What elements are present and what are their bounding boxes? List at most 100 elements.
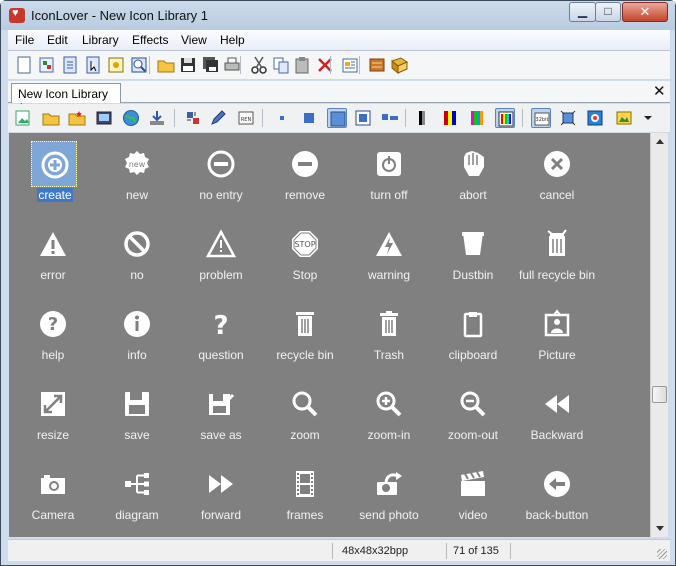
download-icon[interactable] xyxy=(147,108,167,128)
rename-icon[interactable]: REN xyxy=(236,108,256,128)
icon-cell[interactable]: Dustbin xyxy=(431,217,515,297)
icon-label: help xyxy=(41,348,65,362)
vertical-scrollbar[interactable] xyxy=(650,133,668,537)
icon-grid[interactable]: create new new no entry remove turn off abort c… xyxy=(9,133,650,537)
icon-cell[interactable]: warning xyxy=(347,217,431,297)
extract-icon[interactable] xyxy=(367,55,387,75)
icon-cell[interactable]: turn off xyxy=(347,137,431,217)
new-file-icon[interactable] xyxy=(14,55,34,75)
size-frame-icon[interactable] xyxy=(380,108,400,128)
paste-icon[interactable] xyxy=(292,55,312,75)
close-tab-icon[interactable]: ✕ xyxy=(653,82,666,100)
menu-edit[interactable]: Edit xyxy=(47,33,68,47)
library-book-icon[interactable] xyxy=(389,55,409,75)
menu-help[interactable]: Help xyxy=(220,33,245,47)
xp-format-icon[interactable]: 32bit xyxy=(531,108,551,128)
open-image-icon[interactable] xyxy=(106,55,126,75)
open-folder-icon[interactable] xyxy=(156,55,176,75)
crop-icon[interactable] xyxy=(183,108,203,128)
icon-cell[interactable]: clipboard xyxy=(431,297,515,377)
background-icon[interactable] xyxy=(614,108,634,128)
properties-icon[interactable] xyxy=(340,55,360,75)
icon-cell[interactable]: no entry xyxy=(179,137,263,217)
dropdown-icon[interactable] xyxy=(638,108,658,128)
save-icon[interactable] xyxy=(178,55,198,75)
icon-cell[interactable]: error xyxy=(11,217,95,297)
icon-cell[interactable]: no xyxy=(95,217,179,297)
16-color-palette-icon[interactable] xyxy=(440,108,460,128)
export-icon[interactable] xyxy=(94,108,114,128)
size-medium-icon[interactable] xyxy=(299,108,319,128)
icon-cell[interactable]: remove xyxy=(263,137,347,217)
title-bar[interactable]: IconLover - New Icon Library 1 ▁ □ ✕ xyxy=(1,1,675,30)
copy-icon[interactable] xyxy=(271,55,291,75)
icon-cell[interactable]: zoom-out xyxy=(431,377,515,457)
icon-label: turn off xyxy=(370,188,408,202)
icon-cell[interactable]: video xyxy=(431,457,515,537)
open-folder-icon[interactable] xyxy=(41,108,61,128)
resize-tool-icon[interactable] xyxy=(558,108,578,128)
cut-icon[interactable] xyxy=(249,55,269,75)
menu-effects[interactable]: Effects xyxy=(132,33,168,47)
print-icon[interactable] xyxy=(222,55,242,75)
resize-grip-icon[interactable] xyxy=(657,549,667,559)
size-small-icon[interactable] xyxy=(272,108,292,128)
icon-cell[interactable]: ? question xyxy=(179,297,263,377)
icon-cell[interactable]: ? help xyxy=(11,297,95,377)
icon-cell[interactable]: diagram xyxy=(95,457,179,537)
icon-cell[interactable]: Picture xyxy=(515,297,599,377)
menu-file[interactable]: File xyxy=(15,33,34,47)
icon-cell[interactable]: info xyxy=(95,297,179,377)
icon-cell[interactable]: frames xyxy=(263,457,347,537)
truecolor-palette-icon[interactable] xyxy=(495,108,515,128)
scroll-up-icon[interactable] xyxy=(656,139,664,144)
maximize-button[interactable]: □ xyxy=(595,2,621,22)
globe-icon[interactable] xyxy=(121,108,141,128)
icon-label: warning xyxy=(367,268,411,282)
icon-cell[interactable]: forward xyxy=(179,457,263,537)
scroll-down-icon[interactable] xyxy=(656,526,664,531)
icon-cell[interactable]: resize xyxy=(11,377,95,457)
icon-cell[interactable]: create xyxy=(11,137,95,217)
icon-cell[interactable]: abort xyxy=(431,137,515,217)
document-icon[interactable] xyxy=(60,55,80,75)
preview-icon[interactable] xyxy=(585,108,605,128)
tab-new-icon-library[interactable]: New Icon Library 1 xyxy=(11,83,121,115)
open-library-icon[interactable] xyxy=(129,55,149,75)
bw-palette-icon[interactable] xyxy=(413,108,433,128)
icon-cell[interactable]: full recycle bin xyxy=(515,217,599,297)
icon-cell[interactable]: send photo xyxy=(347,457,431,537)
minimize-button[interactable]: ▁ xyxy=(569,2,596,22)
menu-library[interactable]: Library xyxy=(82,33,119,47)
icon-cell[interactable]: new new xyxy=(95,137,179,217)
icon-cell[interactable]: Camera xyxy=(11,457,95,537)
status-position: 71 of 135 xyxy=(453,545,499,557)
pencil-icon[interactable] xyxy=(208,108,228,128)
add-image-icon[interactable] xyxy=(13,108,33,128)
delete-icon[interactable] xyxy=(315,55,335,75)
new-library-icon[interactable] xyxy=(37,55,57,75)
256-color-palette-icon[interactable] xyxy=(467,108,487,128)
app-heart-icon[interactable] xyxy=(9,7,25,23)
folder-star-icon[interactable] xyxy=(67,108,87,128)
icon-cell[interactable]: problem xyxy=(179,217,263,297)
icon-cell[interactable]: STOP Stop xyxy=(263,217,347,297)
icon-label: forward xyxy=(200,508,241,522)
icon-cell[interactable]: cancel xyxy=(515,137,599,217)
icon-cell[interactable]: recycle bin xyxy=(263,297,347,377)
size-xl-icon[interactable] xyxy=(353,108,373,128)
icon-cell[interactable]: zoom-in xyxy=(347,377,431,457)
close-button[interactable]: ✕ xyxy=(622,2,668,22)
icon-cell[interactable]: Trash xyxy=(347,297,431,377)
cursor-icon[interactable] xyxy=(83,55,103,75)
icon-cell[interactable]: save xyxy=(95,377,179,457)
icon-cell[interactable]: save as xyxy=(179,377,263,457)
icon-cell[interactable]: Backward xyxy=(515,377,599,457)
scroll-thumb[interactable] xyxy=(652,386,667,403)
save-all-icon[interactable] xyxy=(201,55,221,75)
icon-cell[interactable]: zoom xyxy=(263,377,347,457)
menu-view[interactable]: View xyxy=(181,33,207,47)
icon-cell[interactable]: back-button xyxy=(515,457,599,537)
icon-label: resize xyxy=(36,428,69,442)
size-large-icon[interactable] xyxy=(327,108,347,128)
